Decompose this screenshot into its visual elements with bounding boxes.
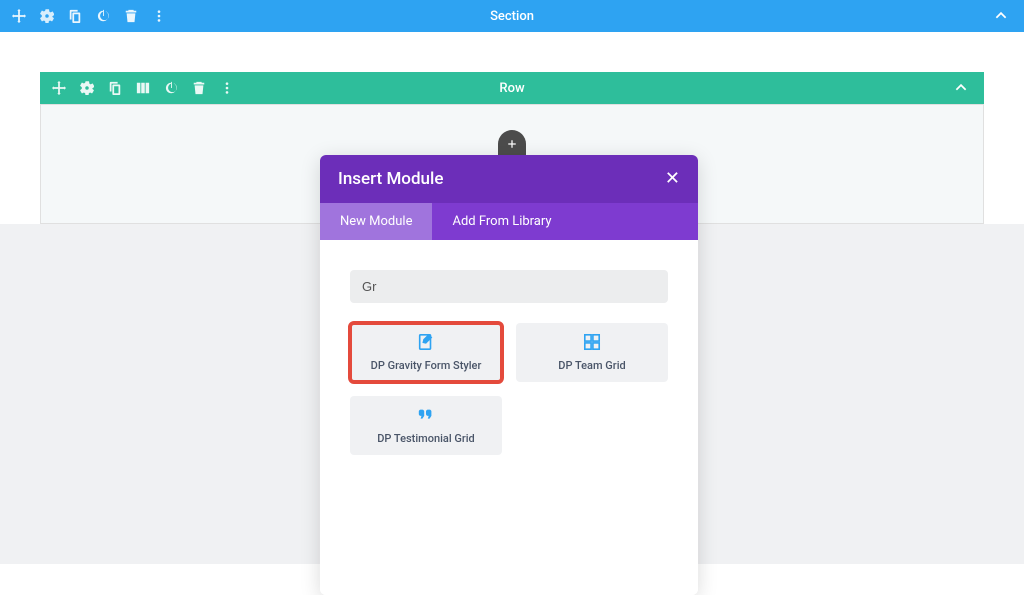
tab-add-from-library[interactable]: Add From Library bbox=[432, 203, 571, 240]
trash-icon[interactable] bbox=[124, 9, 138, 23]
module-dp-testimonial-grid[interactable]: DP Testimonial Grid bbox=[350, 396, 502, 455]
module-grid: DP Gravity Form Styler DP Team Grid DP T… bbox=[350, 323, 668, 455]
collapse-section-icon[interactable] bbox=[994, 7, 1008, 26]
duplicate-icon[interactable] bbox=[68, 9, 82, 23]
modal-header: Insert Module ✕ bbox=[320, 155, 698, 203]
module-dp-gravity-form-styler[interactable]: DP Gravity Form Styler bbox=[350, 323, 502, 382]
more-icon[interactable] bbox=[152, 9, 166, 23]
power-icon[interactable] bbox=[96, 9, 110, 23]
move-icon[interactable] bbox=[52, 81, 66, 95]
row-title: Row bbox=[499, 81, 524, 96]
section-tools bbox=[12, 9, 166, 23]
grid-icon bbox=[583, 333, 601, 355]
modal-title: Insert Module bbox=[338, 169, 443, 189]
form-icon bbox=[417, 333, 435, 355]
duplicate-icon[interactable] bbox=[108, 81, 122, 95]
gear-icon[interactable] bbox=[80, 81, 94, 95]
trash-icon[interactable] bbox=[192, 81, 206, 95]
gear-icon[interactable] bbox=[40, 9, 54, 23]
modal-tabs: New Module Add From Library bbox=[320, 203, 698, 240]
columns-icon[interactable] bbox=[136, 81, 150, 95]
power-icon[interactable] bbox=[164, 81, 178, 95]
module-search-input[interactable] bbox=[350, 270, 668, 303]
row-toolbar: Row bbox=[40, 72, 984, 104]
section-title: Section bbox=[490, 9, 534, 24]
close-icon[interactable]: ✕ bbox=[665, 170, 680, 188]
modal-body: DP Gravity Form Styler DP Team Grid DP T… bbox=[320, 240, 698, 595]
add-module-fab[interactable] bbox=[498, 130, 526, 158]
insert-module-modal: Insert Module ✕ New Module Add From Libr… bbox=[320, 155, 698, 595]
module-label: DP Testimonial Grid bbox=[377, 432, 475, 445]
quote-icon bbox=[417, 406, 435, 428]
more-icon[interactable] bbox=[220, 81, 234, 95]
row-tools bbox=[52, 81, 234, 95]
collapse-row-icon[interactable] bbox=[954, 79, 968, 98]
module-dp-team-grid[interactable]: DP Team Grid bbox=[516, 323, 668, 382]
move-icon[interactable] bbox=[12, 9, 26, 23]
module-label: DP Team Grid bbox=[558, 359, 625, 372]
tab-new-module[interactable]: New Module bbox=[320, 203, 432, 240]
module-label: DP Gravity Form Styler bbox=[371, 359, 482, 372]
section-toolbar: Section bbox=[0, 0, 1024, 32]
